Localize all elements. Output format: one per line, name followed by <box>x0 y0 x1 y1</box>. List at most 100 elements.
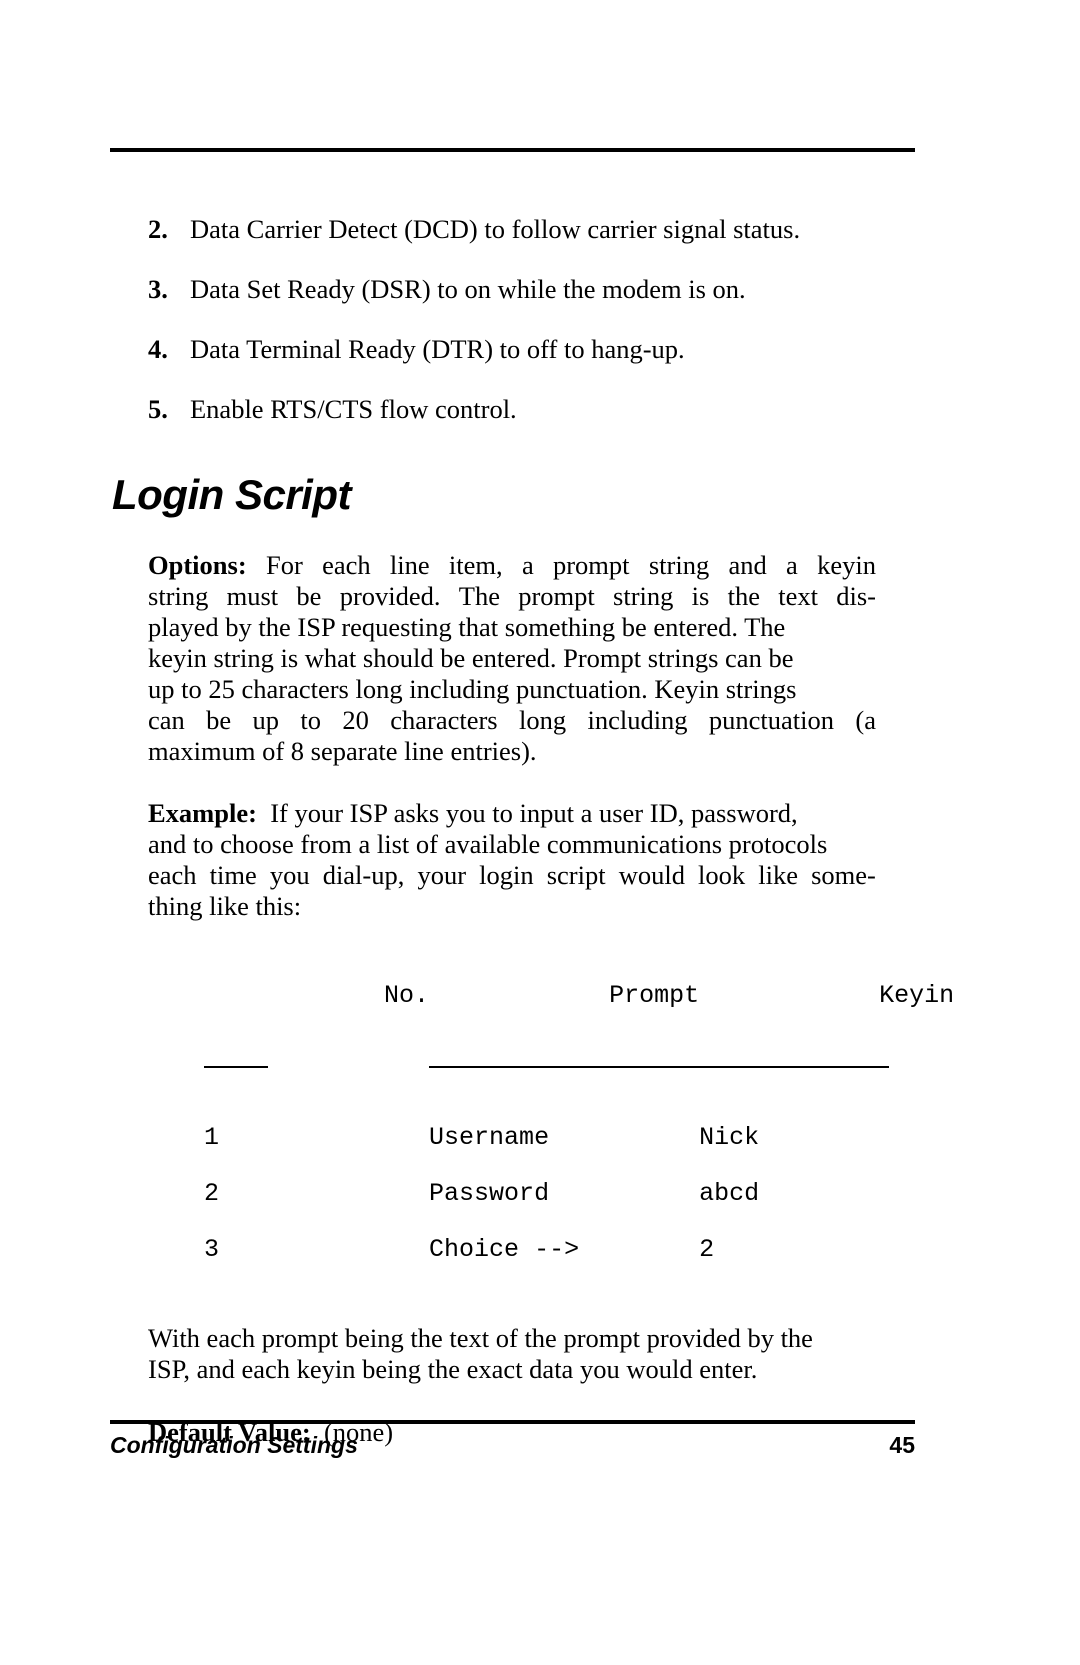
list-item: 2. Data Carrier Detect (DCD) to follow c… <box>148 212 876 246</box>
table-row: 1 Username Nick <box>204 1123 954 1179</box>
table-cell-prompt: Choice --> <box>429 1234 580 1264</box>
list-item: 4. Data Terminal Ready (DTR) to off to h… <box>148 332 876 366</box>
table-cell-prompt: Username <box>429 1122 550 1152</box>
table-header-label: Keyin <box>879 980 955 1010</box>
word: Data <box>190 214 241 244</box>
page-number: 45 <box>889 1432 915 1458</box>
word: carrier <box>587 214 657 244</box>
table-header-prompt: Prompt <box>429 952 737 1068</box>
word: string <box>613 581 674 612</box>
login-script-table: No. Prompt Keyin 1 Username Nick 2 Passw… <box>204 952 954 1291</box>
word: provided. <box>339 581 441 612</box>
word: keyin <box>817 550 876 581</box>
paragraph-line: string must be provided. The prompt stri… <box>148 581 876 612</box>
word: (DCD) <box>404 214 478 244</box>
list-item-marker: 4. <box>148 334 168 365</box>
word: dis- <box>836 581 876 612</box>
header-underline <box>699 1065 890 1068</box>
word: text <box>778 581 818 612</box>
word: some- <box>811 860 876 891</box>
word: dial-up, <box>322 860 405 891</box>
word: Detect <box>328 214 398 244</box>
word: string <box>648 550 710 581</box>
header-underline <box>429 1065 737 1068</box>
list-item: 5. Enable RTS/CTS flow control. <box>148 392 876 426</box>
paragraph-line: up to 25 characters long including punct… <box>148 673 797 704</box>
word: time <box>209 860 257 891</box>
paragraph-line: can be up to 20 characters long includin… <box>148 705 876 736</box>
closing-paragraph: With each prompt being the text of the p… <box>148 1323 876 1385</box>
list-item-line: Data Carrier Detect (DCD) to follow carr… <box>190 214 733 244</box>
word: be <box>296 581 322 612</box>
spacer-cell <box>699 1068 954 1123</box>
word: signal <box>663 214 727 244</box>
table-header-keyin: Keyin <box>699 952 954 1068</box>
list-item-marker: 5. <box>148 394 168 425</box>
paragraph-line: With each prompt being the text of the p… <box>148 1322 813 1353</box>
spacer-cell <box>429 1068 699 1123</box>
word: up <box>252 704 280 735</box>
paragraph-line: keyin string is what should be entered. … <box>148 642 794 673</box>
table-header-label: Prompt <box>609 980 700 1010</box>
list-item-marker: 3. <box>148 274 168 305</box>
list-item: 3. Data Set Ready (DSR) to on while the … <box>148 272 876 306</box>
list-item-body: Data Carrier Detect (DCD) to follow carr… <box>190 212 876 246</box>
word: look <box>698 860 746 891</box>
paragraph-line: each time you dial-up, your login script… <box>148 860 876 891</box>
word: including <box>587 704 688 735</box>
paragraph-line: Example: If your ISP asks you to input a… <box>148 798 876 829</box>
paragraph-line: played by the ISP requesting that someth… <box>148 612 786 643</box>
word: follow <box>511 214 581 244</box>
word: can <box>148 704 185 735</box>
word: to <box>300 704 321 735</box>
word: long <box>518 704 567 735</box>
word: to <box>484 214 505 244</box>
word: be <box>206 704 232 735</box>
table-row: 2 Password abcd <box>204 1179 954 1235</box>
document-page: 2. Data Carrier Detect (DCD) to follow c… <box>0 0 1080 1665</box>
spacer-cell <box>204 1068 429 1123</box>
table-cell-prompt: Password <box>429 1178 550 1208</box>
word: each <box>322 550 371 581</box>
table-header-label: No. <box>384 980 430 1010</box>
paragraph-line: thing like this: <box>148 890 302 921</box>
word: prompt <box>518 581 595 612</box>
section-heading: Login Script <box>112 471 352 519</box>
list-item-body: Data Terminal Ready (DTR) to off to hang… <box>190 334 685 365</box>
paragraph-line: Options: For each line item, a prompt st… <box>148 550 876 581</box>
word: The <box>458 581 500 612</box>
table-cell-no: 2 <box>204 1178 220 1208</box>
paragraph-line: and to choose from a list of available c… <box>148 829 828 860</box>
list-item-body: Enable RTS/CTS flow control. <box>190 394 517 425</box>
word: For <box>265 550 303 581</box>
numbered-list: 2. Data Carrier Detect (DCD) to follow c… <box>148 212 876 426</box>
table-cell-keyin: 2 <box>699 1234 715 1264</box>
table-header-row: No. Prompt Keyin <box>204 952 954 1068</box>
word: 20 <box>342 704 369 735</box>
word: your <box>417 860 467 891</box>
word: must <box>226 581 279 612</box>
word: a <box>786 550 798 581</box>
table-spacer-row <box>204 1068 954 1123</box>
word: line <box>389 550 430 581</box>
list-item-body: Data Set Ready (DSR) to on while the mod… <box>190 274 746 305</box>
word: script <box>546 860 606 891</box>
paragraph-line: ISP, and each keyin being the exact data… <box>148 1353 758 1384</box>
word: you <box>269 860 310 891</box>
word: would <box>618 860 685 891</box>
table-row: 3 Choice --> 2 <box>204 1235 954 1291</box>
header-underline <box>204 1065 268 1068</box>
word: punctuation <box>708 704 835 735</box>
word: is <box>691 581 710 612</box>
paragraph-text: If your ISP asks you to input a user ID,… <box>270 798 798 829</box>
list-item-marker: 2. <box>148 214 168 244</box>
header-divider-rule <box>110 148 915 152</box>
word: item, <box>448 550 503 581</box>
footer-divider-rule <box>110 1420 915 1424</box>
table-header-no: No. <box>204 952 429 1068</box>
word: prompt <box>552 550 630 581</box>
options-label: Options: <box>148 550 247 581</box>
word: and <box>728 550 767 581</box>
word: the <box>727 581 760 612</box>
table-cell-keyin: Nick <box>699 1122 760 1152</box>
